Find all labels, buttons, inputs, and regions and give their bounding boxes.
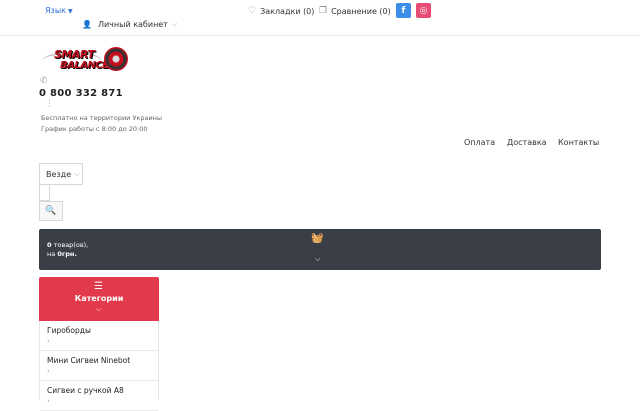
chevron-right-icon: › <box>47 367 50 375</box>
categories-title: Категории <box>74 294 124 303</box>
menu-icon: ☰ <box>94 281 103 292</box>
heart-icon: ♡ <box>248 6 257 16</box>
cart-total-line: на 0грн. <box>47 250 77 258</box>
compare-label: Сравнение (0) <box>331 6 391 16</box>
language-selector[interactable]: Язык ▼ <box>45 6 73 15</box>
compare-link[interactable]: ❐ Сравнение (0) <box>319 4 391 18</box>
nav-payment[interactable]: Оплата <box>464 138 495 147</box>
category-item[interactable]: Мини Сигвеи Ninebot › <box>40 351 158 381</box>
search-icon: 🔍 <box>45 206 57 216</box>
bookmarks-label: Закладки (0) <box>260 6 315 16</box>
bookmarks-link[interactable]: ♡ Закладки (0) <box>248 4 314 18</box>
compare-icon: ❐ <box>319 6 328 16</box>
chevron-down-icon: ⌵ <box>74 169 80 178</box>
logo-wheel-icon <box>104 47 128 71</box>
user-icon: 👤 <box>82 19 92 29</box>
account-label: Личный кабинет <box>97 19 168 29</box>
facebook-button[interactable]: f <box>396 3 411 18</box>
search-scope-label: Везде <box>46 169 72 179</box>
category-item[interactable]: Гироборды › <box>40 321 158 351</box>
chevron-right-icon: › <box>47 397 50 405</box>
category-label: Мини Сигвеи Ninebot <box>47 356 131 365</box>
shopping-basket-icon: 🧺 <box>311 233 324 244</box>
chevron-right-icon: › <box>47 337 50 345</box>
logo-text-line2: BALANCE <box>60 60 109 71</box>
cart-total: 0грн. <box>57 250 77 258</box>
phone-icon: ✆ <box>40 76 48 86</box>
working-hours: График работы с 8:00 до 20:00 <box>41 125 148 133</box>
language-label: Язык <box>45 6 66 15</box>
cart-count-suffix: товар(ов), <box>51 241 89 249</box>
search-input[interactable] <box>39 184 50 201</box>
free-call-note: Бесплатно на территории Украины <box>41 114 163 122</box>
logo[interactable]: SMART BALANCE <box>40 44 132 78</box>
more-vertical-icon[interactable]: ⋮ <box>45 100 54 109</box>
category-list: Гироборды › Мини Сигвеи Ninebot › Сигвеи… <box>39 321 159 411</box>
chevron-down-icon: ⌵ <box>171 19 178 28</box>
categories-toggle[interactable]: ☰ Категории ⌵ <box>39 277 159 321</box>
nav-contacts[interactable]: Контакты <box>558 138 599 147</box>
chevron-down-icon: ⌵ <box>315 255 321 263</box>
cart-button[interactable]: 0 товар(ов), на 0грн. 🧺 ⌵ <box>39 229 601 270</box>
instagram-button[interactable]: ◎ <box>416 3 431 18</box>
account-dropdown[interactable]: 👤 Личный кабинет ⌵ <box>78 17 181 31</box>
category-item[interactable]: Сигвеи с ручкой A8 › <box>40 381 158 411</box>
category-label: Сигвеи с ручкой A8 <box>47 386 124 395</box>
facebook-icon: f <box>401 5 406 16</box>
nav-delivery[interactable]: Доставка <box>507 138 547 147</box>
cart-count-line: 0 товар(ов), <box>47 241 88 249</box>
cart-total-prefix: на <box>47 250 58 258</box>
search-scope-select[interactable]: Везде ⌵ <box>39 163 83 185</box>
phone-number[interactable]: 0 800 332 871 <box>39 88 123 99</box>
category-label: Гироборды <box>47 326 91 335</box>
instagram-icon: ◎ <box>419 5 428 16</box>
caret-down-icon: ▼ <box>67 8 73 15</box>
search-button[interactable]: 🔍 <box>39 201 63 221</box>
chevron-down-icon: ⌵ <box>96 305 102 313</box>
